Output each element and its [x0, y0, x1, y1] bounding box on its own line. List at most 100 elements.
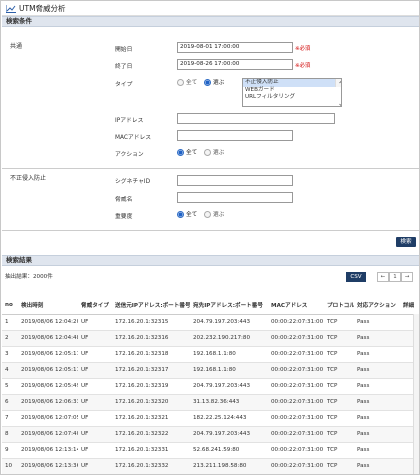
table-cell: TCP [324, 458, 354, 474]
table-cell: UF [78, 458, 112, 474]
action-radio-all[interactable]: 全て [177, 148, 197, 156]
app-window: UTM脅威分析 検索条件 共通 開始日 2019-08-01 17:00:00 … [0, 0, 420, 475]
table-cell: UF [78, 330, 112, 347]
table-cell: Pass [354, 330, 400, 347]
column-header: 詳細 [400, 297, 419, 315]
table-cell: 2019/08/06 12:07:05 [18, 410, 78, 427]
criteria-section-header: 検索条件 [2, 16, 419, 27]
table-cell: UF [78, 426, 112, 443]
type-option[interactable]: 不正侵入防止 [243, 79, 341, 87]
table-cell: Pass [354, 442, 400, 459]
type-label: タイプ [115, 82, 133, 88]
table-cell: 00:00:22:07:31:00 [268, 442, 324, 459]
end-date-label: 終了日 [115, 64, 133, 70]
table-row[interactable]: 9 2019/08/06 12:13:14 UF 172.16.20.1:32331 5… [2, 442, 419, 459]
table-cell: 2019/08/06 12:13:14 [18, 442, 78, 459]
table-scrollbar[interactable] [413, 314, 419, 474]
column-header: no [2, 297, 18, 315]
radio-select-icon [204, 210, 211, 218]
csv-export-button[interactable]: CSV [346, 272, 366, 282]
table-cell: UF [78, 410, 112, 427]
result-count: 抽出結果：2000件 [5, 274, 53, 280]
start-date-input[interactable]: 2019-08-01 17:00:00 [177, 42, 293, 53]
table-cell: Pass [354, 426, 400, 443]
table-cell: 172.16.20.1:32321 [112, 410, 190, 427]
scroll-arrows-icon [339, 80, 341, 106]
signature-id-input[interactable] [177, 175, 293, 186]
chart-line-icon [6, 4, 16, 13]
type-option[interactable]: WEBガード [243, 87, 341, 95]
table-cell: 00:00:22:07:31:00 [268, 458, 324, 474]
radio-all-icon [177, 78, 184, 86]
table-cell: 172.16.20.1:32317 [112, 362, 190, 379]
table-cell: UF [78, 378, 112, 395]
pager-next-button[interactable]: → [401, 272, 413, 282]
table-row[interactable]: 2 2019/08/06 12:04:48 UF 172.16.20.1:32316 2… [2, 330, 419, 347]
title-bar: UTM脅威分析 [2, 2, 419, 16]
table-row[interactable]: 10 2019/08/06 12:13:36 UF 172.16.20.1:32332… [2, 458, 419, 474]
signature-id-label: シグネチャID [115, 179, 151, 185]
action-radio-all-label: 全て [186, 150, 198, 156]
table-row[interactable]: 8 2019/08/06 12:07:40 UF 172.16.20.1:32322 2… [2, 426, 419, 443]
radio-select-icon [204, 78, 211, 86]
pager-prev-button[interactable]: ← [377, 272, 389, 282]
severity-radio-all[interactable]: 全て [177, 210, 197, 218]
action-radio-select[interactable]: 選ぶ [204, 148, 224, 156]
severity-radio-select[interactable]: 選ぶ [204, 210, 224, 218]
table-cell: 9 [2, 442, 18, 459]
column-header: 検出時刻 [18, 297, 78, 315]
table-cell: TCP [324, 314, 354, 331]
table-cell: Pass [354, 458, 400, 474]
common-group-label: 共通 [10, 43, 23, 50]
table-cell: 52.68.241.59:80 [190, 442, 268, 459]
table-cell: UF [78, 314, 112, 331]
table-cell: 3 [2, 346, 18, 363]
table-cell: TCP [324, 394, 354, 411]
table-cell: 2019/08/06 12:05:11 [18, 362, 78, 379]
table-row[interactable]: 5 2019/08/06 12:05:49 UF 172.16.20.1:32319 2… [2, 378, 419, 395]
type-radio-select[interactable]: 選ぶ [204, 78, 224, 86]
table-cell: 2019/08/06 12:07:40 [18, 426, 78, 443]
table-row[interactable]: 7 2019/08/06 12:07:05 UF 172.16.20.1:32321 1… [2, 410, 419, 427]
table-cell: 5 [2, 378, 18, 395]
table-cell: 10 [2, 458, 18, 474]
severity-label: 重要度 [115, 214, 133, 220]
table-cell: Pass [354, 410, 400, 427]
table-cell: 00:00:22:07:31:00 [268, 330, 324, 347]
threat-name-input[interactable] [177, 192, 293, 203]
table-cell: 192.168.1.1:80 [190, 346, 268, 363]
table-cell: 172.16.20.1:32322 [112, 426, 190, 443]
table-cell: 6 [2, 394, 18, 411]
end-date-input[interactable]: 2019-08-26 17:00:00 [177, 59, 293, 70]
table-cell: TCP [324, 410, 354, 427]
table-row[interactable]: 3 2019/08/06 12:05:11 UF 172.16.20.1:32318 1… [2, 346, 419, 363]
radio-select-icon [204, 148, 211, 156]
table-cell: TCP [324, 362, 354, 379]
table-cell: 204.79.197.203:443 [190, 314, 268, 331]
table-row[interactable]: 4 2019/08/06 12:05:11 UF 172.16.20.1:32317 1… [2, 362, 419, 379]
pager-page-number[interactable]: 1 [389, 272, 401, 282]
table-cell: 2019/08/06 12:05:11 [18, 346, 78, 363]
table-cell: 172.16.20.1:32318 [112, 346, 190, 363]
table-cell: 1 [2, 314, 18, 331]
table-cell: 00:00:22:07:31:00 [268, 426, 324, 443]
table-cell: Pass [354, 346, 400, 363]
table-cell: 172.16.20.1:32320 [112, 394, 190, 411]
action-label: アクション [115, 152, 144, 158]
search-button[interactable]: 検索 [396, 237, 416, 247]
type-option[interactable]: URLフィルタリング [243, 94, 341, 102]
listbox-scrollbar[interactable] [335, 79, 341, 106]
ip-address-label: IPアドレス [115, 118, 144, 124]
mac-address-input[interactable] [177, 130, 293, 141]
type-radio-all[interactable]: 全て [177, 78, 197, 86]
radio-all-icon [177, 210, 184, 218]
mac-address-label: MACアドレス [115, 135, 152, 141]
results-section-header: 検索結果 [2, 255, 419, 266]
column-header: 脅威タイプ [78, 297, 112, 315]
table-row[interactable]: 1 2019/08/06 12:04:20 UF 172.16.20.1:32315 2… [2, 314, 419, 331]
table-row[interactable]: 6 2019/08/06 12:06:33 UF 172.16.20.1:32320 3… [2, 394, 419, 411]
table-cell: 182.22.25.124:443 [190, 410, 268, 427]
table-cell: TCP [324, 346, 354, 363]
type-listbox[interactable]: 不正侵入防止 WEBガード URLフィルタリング [242, 78, 342, 107]
ip-address-input[interactable] [177, 113, 335, 124]
